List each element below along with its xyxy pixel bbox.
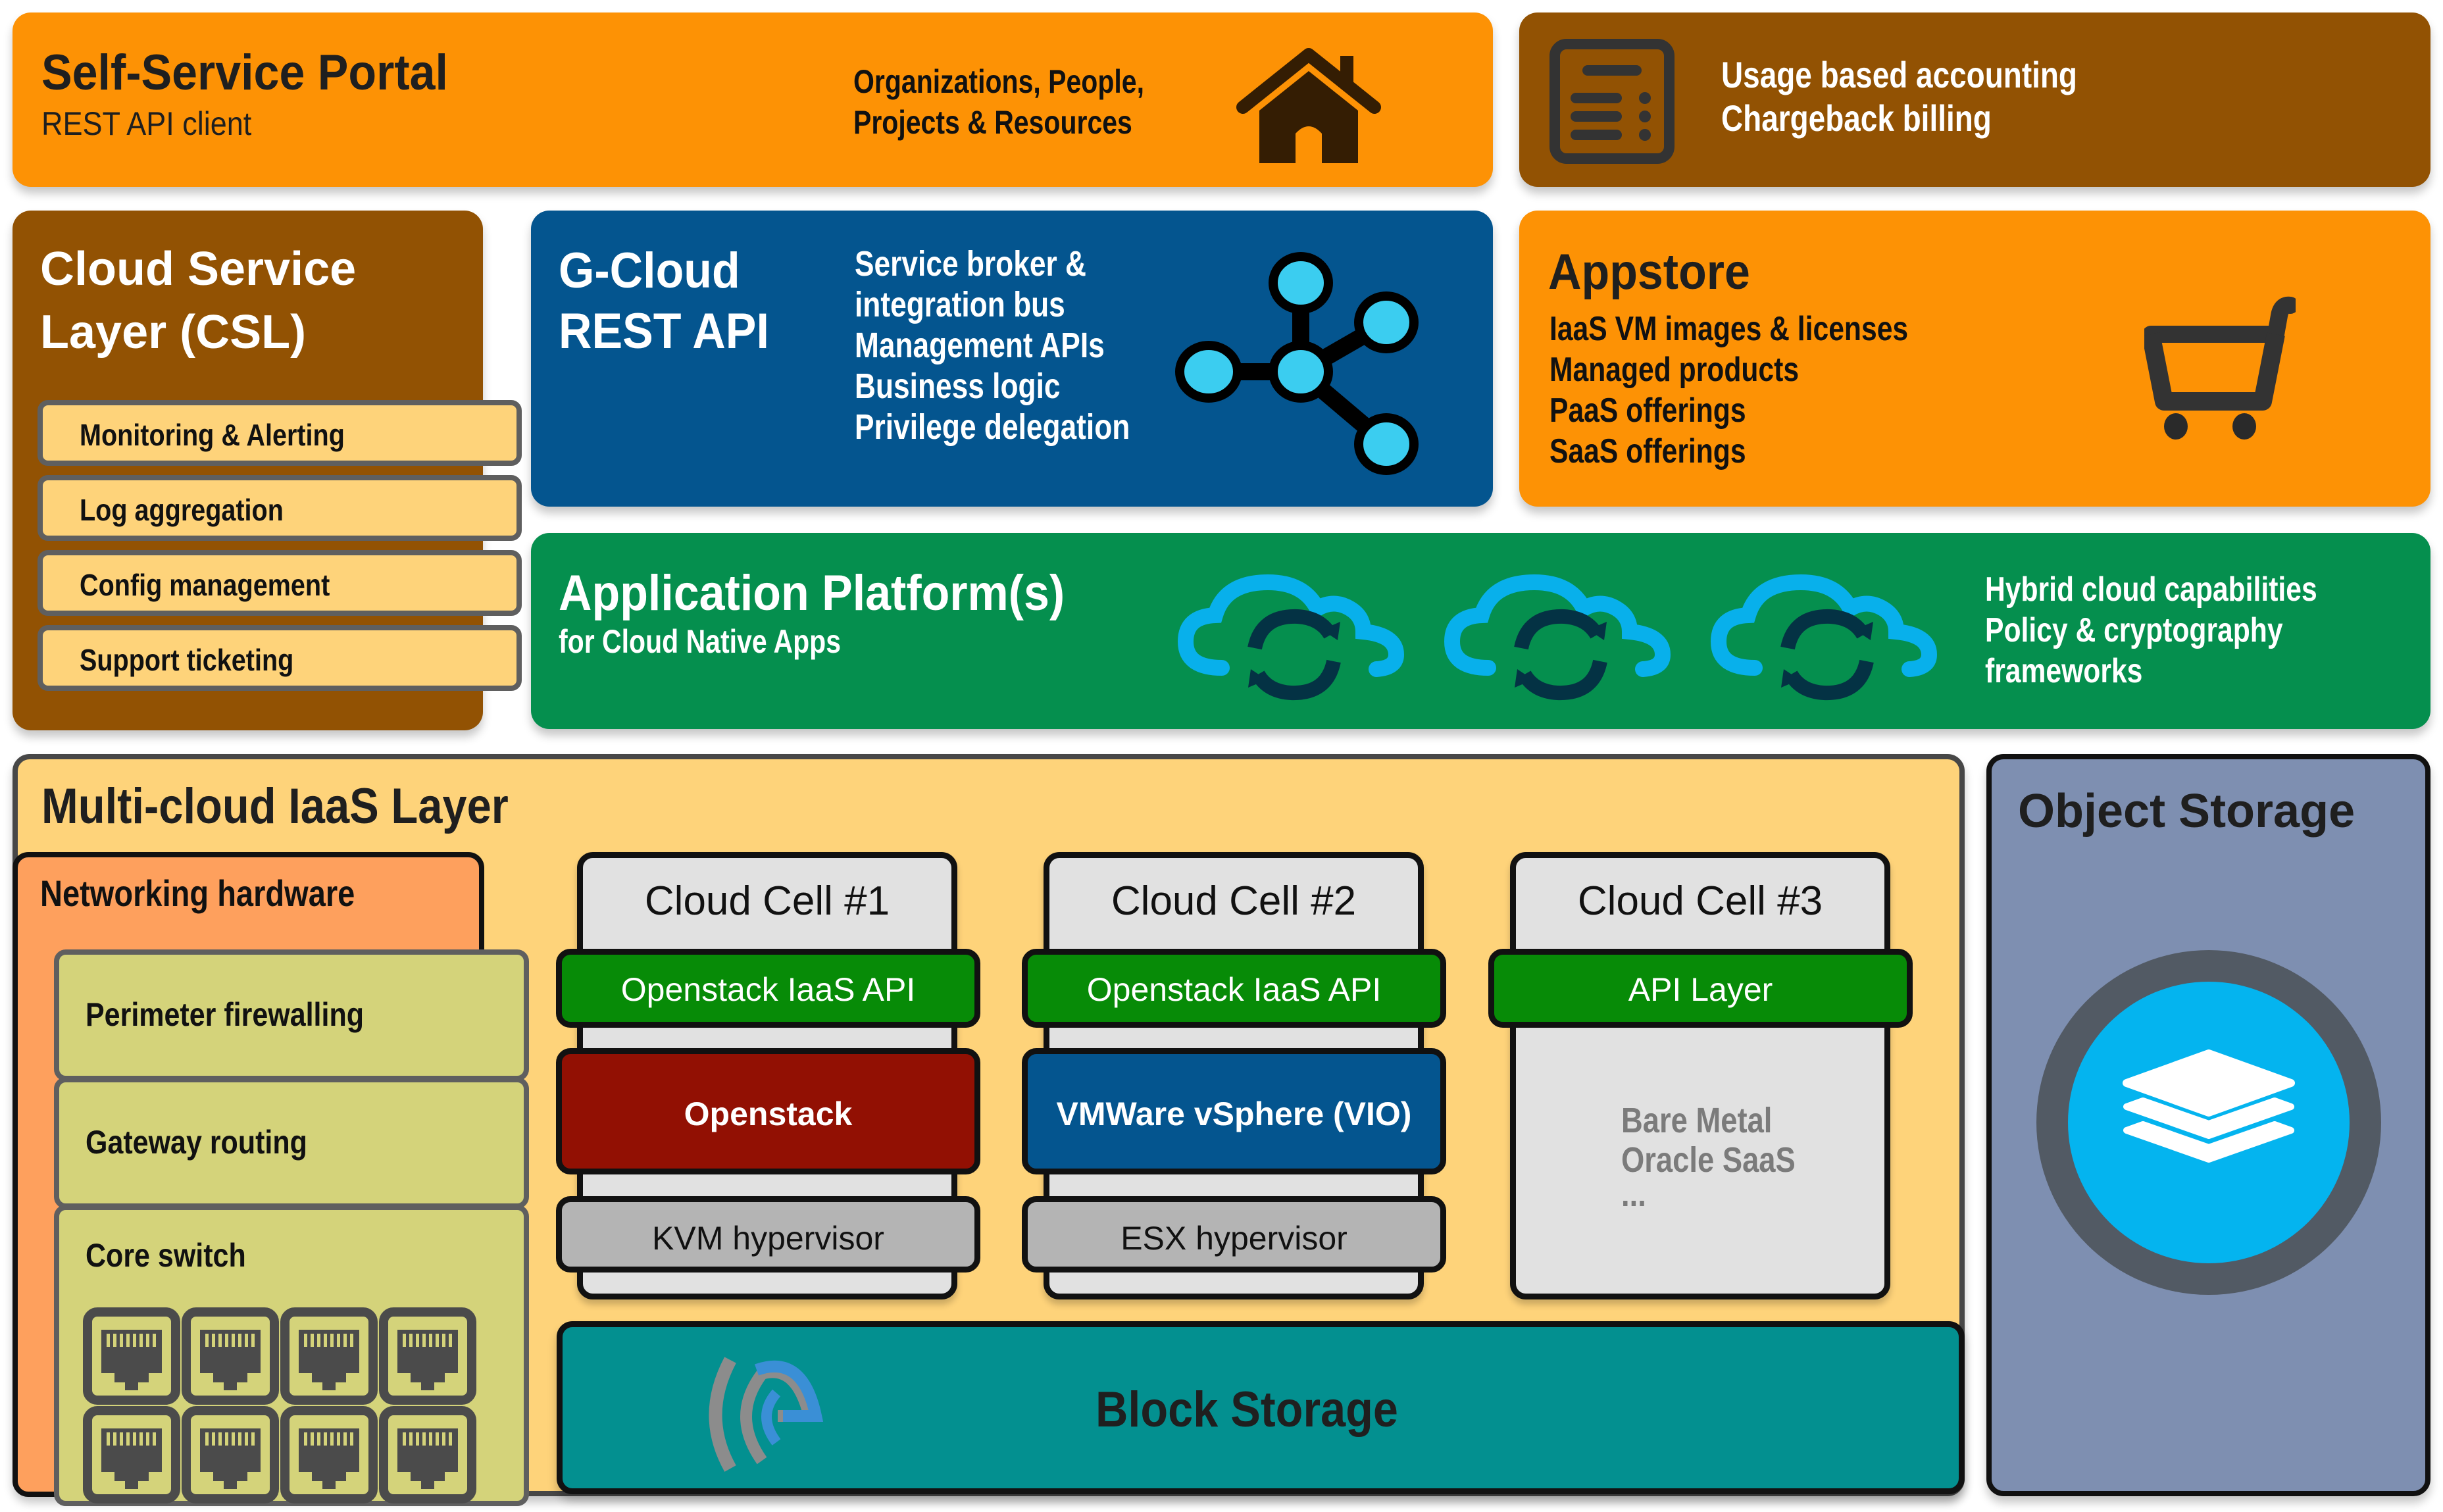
csl-title-line-1: Cloud Service <box>40 243 357 295</box>
app-platform-feature: Policy & cryptography <box>1985 611 2283 649</box>
usage-accounting-panel: Usage based accounting Chargeback billin… <box>1519 13 2430 187</box>
cell-hypervisor-label: ESX hypervisor <box>1121 1220 1347 1257</box>
net-item-gateway-routing: Gateway routing <box>54 1077 529 1209</box>
cell-hypervisor-label: KVM hypervisor <box>652 1220 884 1257</box>
csl-item-label: Log aggregation <box>80 493 284 527</box>
csl-title-line-2: Layer (CSL) <box>40 306 307 359</box>
portal-line-2: Projects & Resources <box>853 104 1132 141</box>
usage-line-2: Chargeback billing <box>1721 97 1992 139</box>
appstore-panel: Appstore IaaS VM images & licenses Manag… <box>1519 211 2430 507</box>
cloud-sync-icon <box>1710 574 1938 701</box>
cell-3-extra: Oracle SaaS <box>1621 1140 1796 1180</box>
app-platform-title: Application Platform(s) <box>559 565 1065 621</box>
cell-title: Cloud Cell #1 <box>644 878 890 924</box>
cloud-cell-3: Cloud Cell #3 Bare Metal Oracle SaaS ... <box>1510 852 1890 1299</box>
portal-subtitle: REST API client <box>41 105 252 142</box>
appstore-item: Managed products <box>1549 351 1800 389</box>
gcloud-feature: Service broker & <box>855 244 1086 284</box>
cell-2-api-layer: Openstack IaaS API <box>1022 949 1446 1028</box>
app-platform-feature: frameworks <box>1985 652 2143 690</box>
ethernet-port-icon <box>182 1307 279 1405</box>
csl-item-label: Support ticketing <box>80 643 294 677</box>
gcloud-feature: integration bus <box>855 285 1065 324</box>
gcloud-feature: Management APIs <box>855 326 1105 365</box>
cell-1-hypervisor-layer: KVM hypervisor <box>556 1196 980 1273</box>
network-hub-icon <box>1175 252 1419 475</box>
cell-api-label: API Layer <box>1628 971 1773 1008</box>
object-storage-title: Object Storage <box>2018 785 2355 838</box>
cell-title: Cloud Cell #3 <box>1577 878 1823 924</box>
block-storage-panel: Block Storage <box>557 1321 1965 1494</box>
appstore-item: IaaS VM images & licenses <box>1549 310 1909 348</box>
gcloud-rest-api-panel: G-Cloud REST API Service broker & integr… <box>531 211 1493 507</box>
networking-title: Networking hardware <box>40 872 355 914</box>
csl-item-support-ticketing: Support ticketing <box>38 625 522 691</box>
cell-core-label: Openstack <box>684 1096 853 1132</box>
cell-3-extra: Bare Metal <box>1621 1101 1773 1140</box>
ethernet-port-icon <box>182 1406 279 1503</box>
net-item-label: Core switch <box>86 1237 246 1274</box>
app-platform-feature: Hybrid cloud capabilities <box>1985 570 2317 609</box>
cell-2-core-layer: VMWare vSphere (VIO) <box>1022 1048 1446 1174</box>
cell-api-label: Openstack IaaS API <box>620 971 916 1008</box>
cell-2-hypervisor-layer: ESX hypervisor <box>1022 1196 1446 1273</box>
appstore-item: SaaS offerings <box>1549 432 1746 470</box>
block-storage-title: Block Storage <box>1096 1382 1398 1438</box>
networking-hardware-panel: Networking hardware Perimeter firewallin… <box>13 852 529 1506</box>
ethernet-port-icon <box>379 1307 476 1405</box>
cloud-sync-icon <box>1177 574 1405 701</box>
csl-item-label: Monitoring & Alerting <box>80 418 345 452</box>
net-item-label: Perimeter firewalling <box>86 996 364 1033</box>
home-icon <box>1236 48 1381 163</box>
iaas-title: Multi-cloud IaaS Layer <box>41 778 509 834</box>
csl-item-label: Config management <box>80 568 330 602</box>
cell-title: Cloud Cell #2 <box>1111 878 1357 924</box>
portal-title: Self-Service Portal <box>41 45 448 101</box>
object-storage-panel: Object Storage <box>1986 754 2430 1496</box>
csl-item-log-aggregation: Log aggregation <box>38 475 522 541</box>
ethernet-port-icon <box>83 1307 180 1405</box>
cloud-sync-icon <box>1444 574 1671 701</box>
cloud-service-layer-panel: Cloud Service Layer (CSL) Monitoring & A… <box>13 211 522 730</box>
storage-logo-icon <box>709 1357 824 1472</box>
usage-line-1: Usage based accounting <box>1721 54 2077 95</box>
gcloud-feature: Privilege delegation <box>855 407 1130 447</box>
ethernet-port-icon <box>379 1406 476 1503</box>
appstore-item: PaaS offerings <box>1549 391 1746 430</box>
net-item-label: Gateway routing <box>86 1124 307 1161</box>
shopping-cart-icon <box>2144 296 2296 440</box>
net-item-core-switch: Core switch <box>54 1205 529 1506</box>
cell-3-api-layer: API Layer <box>1488 949 1913 1028</box>
billing-document-icon <box>1549 39 1675 164</box>
layers-icon <box>2036 950 2381 1295</box>
app-platform-subtitle: for Cloud Native Apps <box>559 623 842 660</box>
gcloud-feature: Business logic <box>855 366 1061 406</box>
appstore-title: Appstore <box>1548 244 1750 300</box>
csl-item-config-management: Config management <box>38 550 522 616</box>
application-platform-panel: Application Platform(s) for Cloud Native… <box>531 533 2430 729</box>
ethernet-port-icon <box>280 1406 378 1503</box>
cell-3-extra: ... <box>1621 1174 1646 1214</box>
gcloud-title-line-1: G-Cloud <box>559 243 740 299</box>
csl-item-monitoring: Monitoring & Alerting <box>38 400 522 466</box>
cell-core-label: VMWare vSphere (VIO) <box>1056 1096 1412 1132</box>
portal-line-1: Organizations, People, <box>853 63 1144 100</box>
net-item-perimeter-firewalling: Perimeter firewalling <box>54 949 529 1081</box>
ethernet-port-icon <box>280 1307 378 1405</box>
ethernet-port-icon <box>83 1406 180 1503</box>
cell-1-core-layer: Openstack <box>556 1048 980 1174</box>
cell-1-api-layer: Openstack IaaS API <box>556 949 980 1028</box>
cell-api-label: Openstack IaaS API <box>1086 971 1382 1008</box>
self-service-portal-panel: Self-Service Portal REST API client Orga… <box>13 13 1493 187</box>
gcloud-title-line-2: REST API <box>559 303 769 359</box>
